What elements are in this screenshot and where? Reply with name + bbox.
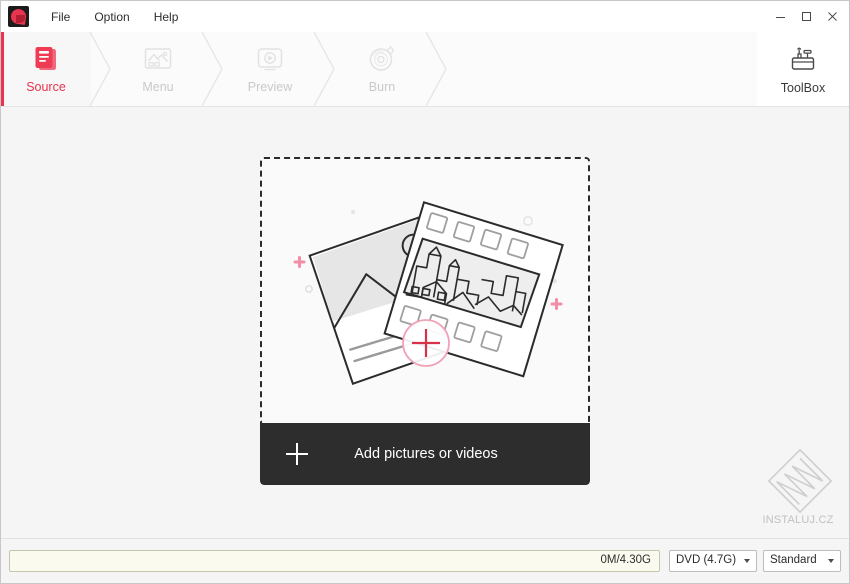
step-source[interactable]: Source bbox=[1, 32, 111, 106]
add-pictures-or-videos-button[interactable]: Add pictures or videos bbox=[260, 423, 590, 485]
close-button[interactable] bbox=[819, 5, 845, 29]
quality-value: Standard bbox=[770, 554, 817, 567]
chevron-down-icon bbox=[828, 559, 834, 563]
steps-toolbar: Source Menu Preview Burn ToolBox bbox=[1, 32, 849, 107]
status-bar: 0M/4.30G DVD (4.7G) Standard bbox=[1, 538, 849, 583]
menu-item-help[interactable]: Help bbox=[142, 7, 191, 27]
step-separator-2 bbox=[201, 32, 225, 106]
menu-item-file[interactable]: File bbox=[39, 7, 82, 27]
documents-icon bbox=[31, 44, 61, 74]
disc-burn-icon bbox=[367, 44, 397, 74]
maximize-icon bbox=[801, 12, 811, 21]
plus-icon bbox=[286, 443, 308, 465]
title-bar: File Option Help bbox=[1, 1, 849, 32]
minimize-button[interactable] bbox=[767, 5, 793, 29]
step-source-label: Source bbox=[26, 80, 66, 95]
toolbox-label: ToolBox bbox=[780, 80, 826, 95]
toolbox-icon bbox=[787, 44, 819, 74]
chevron-down-icon bbox=[744, 559, 750, 563]
disc-type-select[interactable]: DVD (4.7G) bbox=[669, 550, 757, 572]
drop-zone[interactable] bbox=[260, 157, 590, 423]
capacity-text: 0M/4.30G bbox=[600, 554, 652, 567]
step-preview[interactable]: Preview bbox=[225, 32, 335, 106]
toolbox-button[interactable]: ToolBox bbox=[757, 32, 849, 106]
maximize-button[interactable] bbox=[793, 5, 819, 29]
step-separator-3 bbox=[313, 32, 337, 106]
quality-select[interactable]: Standard bbox=[763, 550, 841, 572]
photos-and-film-illustration bbox=[293, 201, 564, 386]
step-preview-label: Preview bbox=[247, 80, 293, 95]
disc-type-value: DVD (4.7G) bbox=[676, 554, 737, 567]
menu-item-option[interactable]: Option bbox=[82, 7, 141, 27]
add-plus-circle-icon bbox=[402, 319, 450, 367]
instaluj-diamond-logo bbox=[767, 448, 833, 514]
minimize-icon bbox=[775, 17, 785, 18]
close-icon bbox=[827, 12, 837, 21]
step-list: Source Menu Preview Burn bbox=[1, 32, 447, 106]
window-controls bbox=[767, 1, 849, 32]
step-separator-4 bbox=[425, 32, 449, 106]
add-media-card: Add pictures or videos bbox=[260, 157, 590, 485]
step-burn[interactable]: Burn bbox=[337, 32, 447, 106]
application-window: File Option Help Source Menu Preview Bur… bbox=[0, 0, 850, 584]
step-separator-1 bbox=[89, 32, 113, 106]
watermark-text: INSTALUJ.CZ bbox=[762, 514, 834, 526]
step-menu-label: Menu bbox=[142, 80, 174, 95]
step-menu[interactable]: Menu bbox=[113, 32, 223, 106]
add-button-label: Add pictures or videos bbox=[354, 446, 498, 462]
site-watermark: INSTALUJ.CZ bbox=[754, 448, 846, 526]
picture-frame-icon bbox=[143, 44, 173, 74]
capacity-progress-bar: 0M/4.30G bbox=[9, 550, 660, 572]
menu-bar: File Option Help bbox=[39, 1, 190, 32]
step-burn-label: Burn bbox=[368, 80, 396, 95]
app-logo-icon bbox=[8, 6, 29, 27]
main-content: Add pictures or videos INSTALUJ.CZ bbox=[1, 107, 849, 538]
play-screen-icon bbox=[255, 44, 285, 74]
